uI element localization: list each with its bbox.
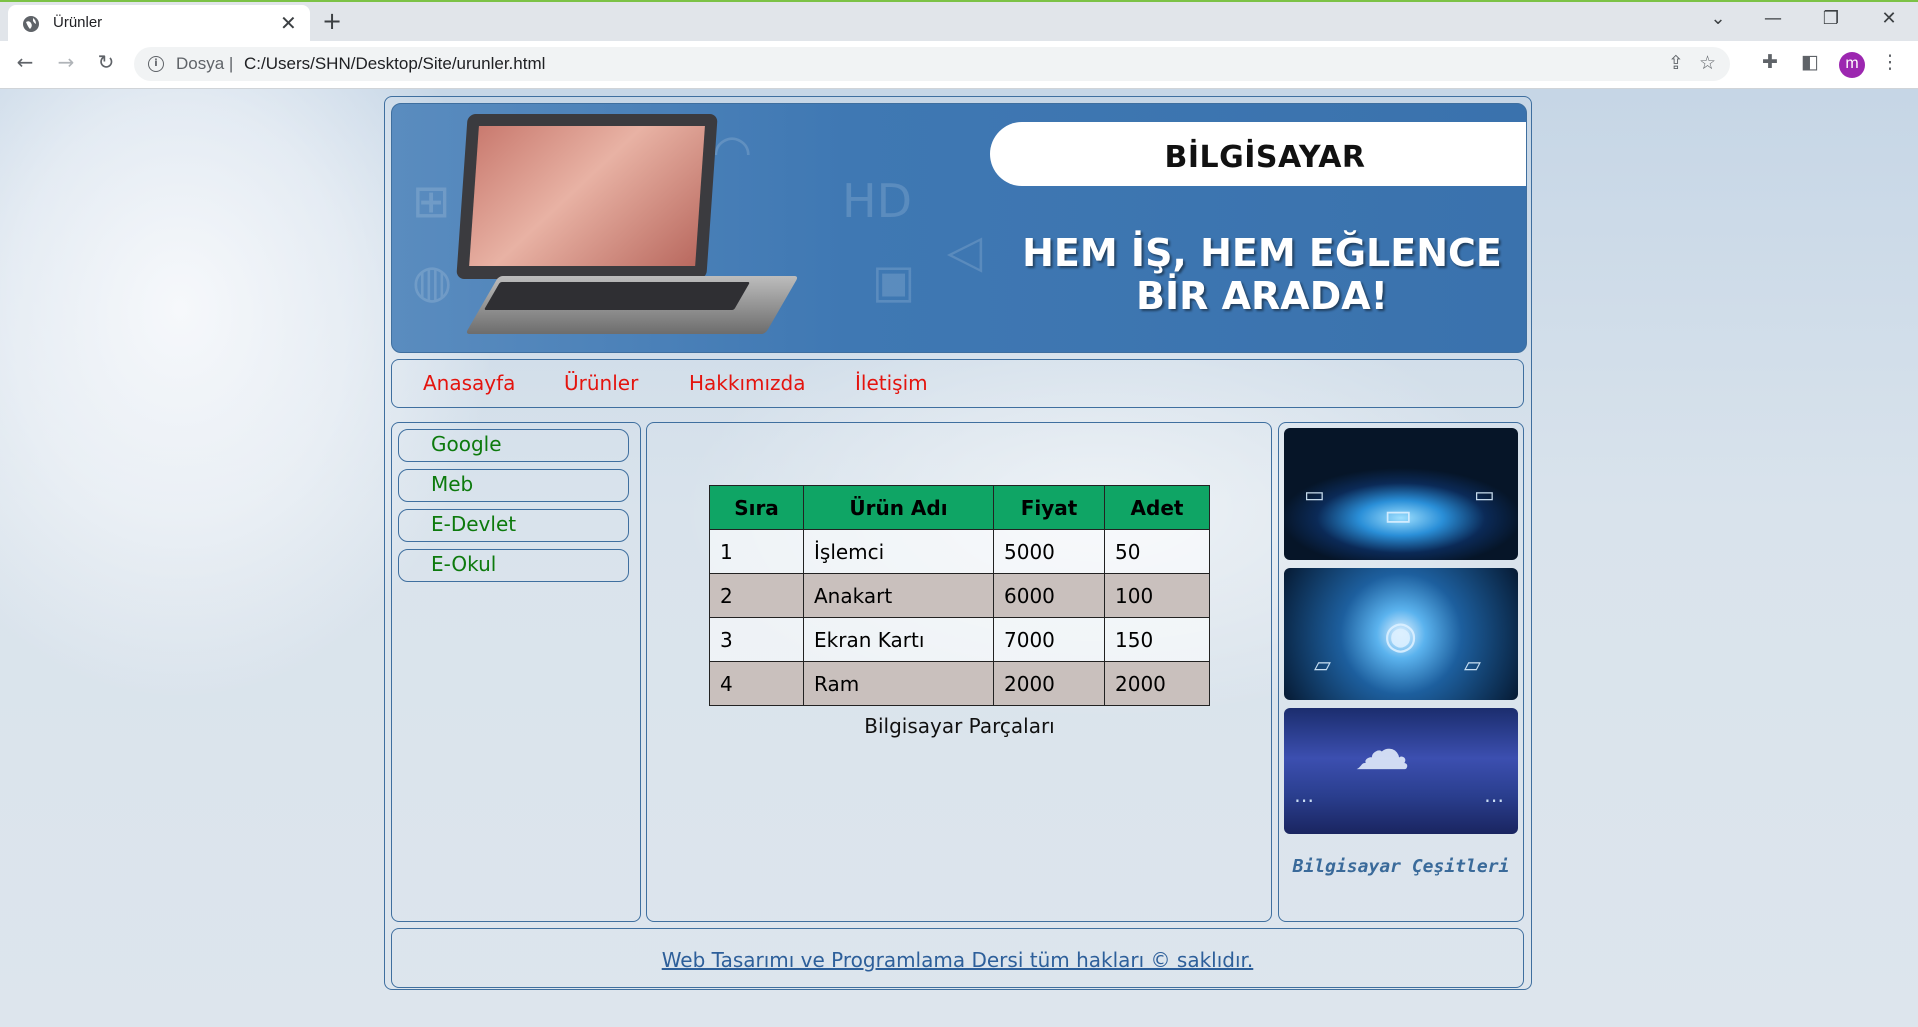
menu-item-anasayfa[interactable]: Anasayfa (423, 371, 515, 395)
column-header: Adet (1104, 485, 1210, 530)
table-cell: 4 (709, 661, 804, 706)
sidebar-link-eokul[interactable]: E-Okul (398, 549, 629, 582)
cloud-server-image: ☁ ⋯ ⋯ (1284, 708, 1518, 834)
table-cell: 5000 (993, 529, 1105, 574)
hd-icon: HD (842, 174, 913, 228)
table-row: 2 Anakart 6000 100 (709, 573, 1210, 618)
network-image: ▭ ▭ ▭ (1284, 428, 1518, 560)
info-icon[interactable]: i (148, 56, 164, 72)
minimize-icon[interactable]: — (1753, 8, 1793, 29)
table-cell: Anakart (803, 573, 994, 618)
browser-tab[interactable]: Ürünler ✕ (8, 5, 310, 43)
column-header: Fiyat (993, 485, 1105, 530)
table-cell: 100 (1104, 573, 1210, 618)
extensions-icon[interactable]: ✚ (1756, 51, 1784, 73)
back-icon[interactable]: ← (11, 50, 39, 74)
main-menu (391, 359, 1524, 408)
side-panel-icon[interactable]: ◧ (1796, 51, 1824, 73)
wifi-icon: ◠ (712, 124, 753, 178)
laptop-display (469, 126, 705, 266)
brand-title: BİLGİSAYAR (1164, 140, 1366, 175)
cloud-icon: ☁ (1354, 718, 1410, 783)
table-cell: Ekran Kartı (803, 617, 994, 662)
close-window-icon[interactable]: ✕ (1869, 8, 1909, 29)
reload-icon[interactable]: ↻ (92, 50, 120, 74)
monitor-icon: ▭ (1304, 483, 1325, 508)
table-cell: 3 (709, 617, 804, 662)
laptop-icon: ▱ (1314, 653, 1331, 678)
table-cell: 2000 (993, 661, 1105, 706)
globe-icon: ◉ (1384, 613, 1418, 657)
share-icon[interactable]: ⇪ (1668, 52, 1684, 74)
windows-icon: ⊞ (412, 174, 451, 228)
table-cell: 1 (709, 529, 804, 574)
column-header: Ürün Adı (803, 485, 994, 530)
forward-icon[interactable]: → (52, 50, 80, 74)
laptop-keyboard (483, 282, 751, 310)
globe-network-image: ◉ ▱ ▱ (1284, 568, 1518, 700)
sidebar-link-meb[interactable]: Meb (398, 469, 629, 502)
menu-item-iletisim[interactable]: İletişim (855, 371, 928, 395)
table-caption: Bilgisayar Parçaları (864, 714, 1055, 738)
table-cell: İşlemci (803, 529, 994, 574)
sidebar-link-edevlet[interactable]: E-Devlet (398, 509, 629, 542)
monitor-icon: ▭ (1474, 483, 1495, 508)
table-cell: 2 (709, 573, 804, 618)
address-bar[interactable]: i Dosya | C:/Users/SHN/Desktop/Site/urun… (134, 47, 1730, 81)
menu-item-hakkimizda[interactable]: Hakkımızda (689, 371, 806, 395)
restore-icon[interactable]: ❐ (1811, 8, 1851, 29)
table-cell: 50 (1104, 529, 1210, 574)
slogan-line-2: BİR ARADA! (1136, 274, 1388, 318)
browser-tab-bar: Ürünler ✕ + ⌄ — ❐ ✕ (0, 0, 1918, 43)
header-banner: ◠ ▣ ⊞ ◍ HD ◁ BİLGİSAYAR HEM İŞ, HEM EĞLE… (391, 103, 1527, 353)
table-cell: 150 (1104, 617, 1210, 662)
table-row: 1 İşlemci 5000 50 (709, 529, 1210, 574)
products-table: Sıra Ürün Adı Fiyat Adet 1 İşlemci 5000 … (709, 485, 1210, 706)
table-cell: 7000 (993, 617, 1105, 662)
menu-kebab-icon[interactable]: ⋮ (1876, 51, 1904, 73)
menu-item-urunler[interactable]: Ürünler (564, 371, 638, 395)
column-header: Sıra (709, 485, 804, 530)
laptop-image (456, 114, 718, 279)
laptop-icon: ▱ (1464, 653, 1481, 678)
table-cell: 2000 (1104, 661, 1210, 706)
table-row: 3 Ekran Kartı 7000 150 (709, 617, 1210, 662)
slogan-line-1: HEM İŞ, HEM EĞLENCE (1022, 231, 1502, 275)
circuit-icon: ⋯ (1484, 788, 1504, 812)
table-header-row: Sıra Ürün Adı Fiyat Adet (709, 485, 1210, 530)
camera-icon: ▣ (872, 254, 916, 308)
right-sidebar-caption: Bilgisayar Çeşitleri (1292, 856, 1510, 877)
close-tab-icon[interactable]: ✕ (280, 11, 297, 35)
table-row: 4 Ram 2000 2000 (709, 661, 1210, 706)
star-icon[interactable]: ☆ (1699, 52, 1716, 74)
tab-search-icon[interactable]: ⌄ (1698, 8, 1738, 29)
table-cell: Ram (803, 661, 994, 706)
new-tab-button[interactable]: + (322, 7, 342, 35)
globe-icon (23, 16, 39, 32)
url-scheme: Dosya | (176, 54, 234, 73)
sidebar-link-google[interactable]: Google (398, 429, 629, 462)
circuit-icon: ⋯ (1294, 788, 1314, 812)
browser-toolbar: ← → ↻ i Dosya | C:/Users/SHN/Desktop/Sit… (0, 41, 1918, 89)
footer-copyright-link[interactable]: Web Tasarımı ve Programlama Dersi tüm ha… (391, 948, 1524, 972)
avatar[interactable]: m (1839, 52, 1865, 78)
banner-slogan: HEM İŞ, HEM EĞLENCE BİR ARADA! (992, 231, 1526, 318)
monitor-icon: ▭ (1384, 498, 1413, 533)
speaker-icon: ◁ (947, 224, 983, 278)
url-text[interactable]: C:/Users/SHN/Desktop/Site/urunler.html (244, 54, 545, 74)
table-cell: 6000 (993, 573, 1105, 618)
globe-deco-icon: ◍ (412, 254, 453, 308)
tab-title: Ürünler (53, 14, 103, 31)
